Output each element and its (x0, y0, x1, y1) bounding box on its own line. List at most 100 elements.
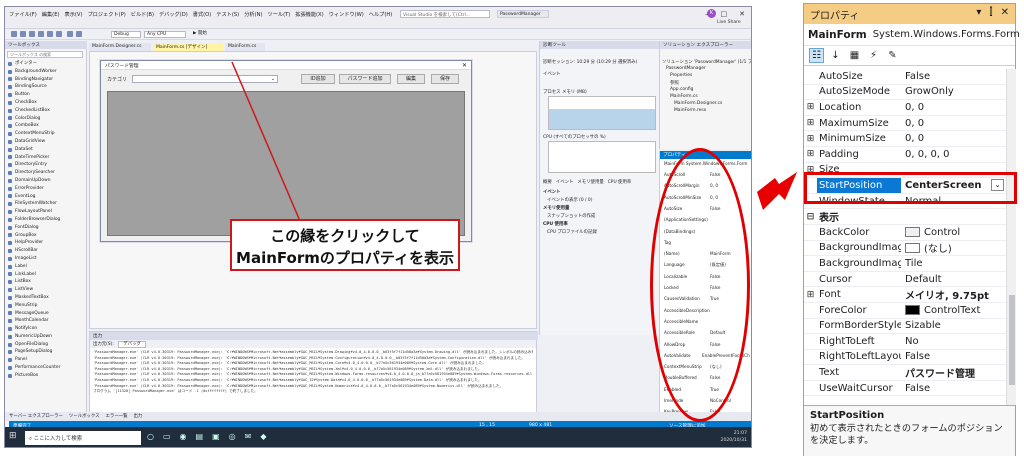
pin-icon[interactable]: ⫿ (989, 7, 992, 18)
property-row-item[interactable]: RightToLeft No (804, 334, 1006, 350)
properties-toolbar: ☷ ↓ ▦ ⚡ ✎ (804, 46, 1015, 66)
property-description: StartPosition 初めて表示されたときのフォームのポジションを決定しま… (804, 405, 1015, 456)
property-grid: AutoSize False AutoSizeMode GrowOnly ⊞ Locati… (804, 69, 1006, 405)
property-name: BackgroundImageLayout (819, 257, 901, 269)
property-row-item[interactable]: ⊞ MaximumSize 0, 0 (804, 116, 1006, 132)
property-scrollbar[interactable] (1006, 69, 1016, 405)
property-value-cell[interactable]: GrowOnly (901, 86, 1006, 97)
property-value-cell[interactable]: 0, 0, 0, 0 (901, 149, 1006, 160)
leader-line-stroke (231, 61, 301, 222)
property-row-item[interactable]: BackgroundImageLayout Tile (804, 256, 1006, 272)
property-row-item[interactable]: RightToLeftLayout False (804, 350, 1006, 366)
property-value: 0, 0 (905, 101, 925, 113)
property-row-item[interactable]: BackgroundImage (なし) (804, 241, 1006, 257)
property-row-item[interactable]: ⊞ Location 0, 0 (804, 100, 1006, 116)
property-value: Default (905, 273, 942, 285)
property-name: BackgroundImage (819, 242, 901, 254)
property-value-cell[interactable]: Sizable (901, 320, 1006, 331)
property-value-cell[interactable]: False (901, 383, 1006, 394)
object-name: MainForm (808, 28, 867, 41)
property-value: Control (924, 226, 961, 238)
property-value-cell[interactable]: ControlText (901, 305, 1006, 316)
property-row-category[interactable]: ⊟ 表示 (804, 209, 1006, 225)
property-name: AutoSizeMode (819, 86, 890, 98)
properties-panel-zoom: プロパティ ▾ ⫿ ✕ MainForm System.Windows.Form… (803, 3, 1020, 456)
expand-icon[interactable]: ⊞ (804, 118, 817, 128)
property-row-item[interactable]: Cursor Default (804, 272, 1006, 288)
property-row-item[interactable]: ⊞ Font メイリオ, 9.75pt (804, 287, 1006, 303)
expand-icon[interactable]: ⊞ (804, 149, 817, 159)
expand-icon[interactable]: ⊟ (804, 212, 817, 222)
property-value: No (905, 335, 919, 347)
property-row-item[interactable]: ForeColor ControlText (804, 303, 1006, 319)
callout-line1: この縁をクリックして (270, 227, 420, 245)
property-value-cell[interactable]: Control (901, 227, 1006, 238)
property-name: Font (819, 289, 841, 301)
property-value: False (905, 70, 931, 82)
property-value-cell[interactable]: False (901, 351, 1006, 362)
object-selector[interactable]: MainForm System.Windows.Forms.Form (804, 24, 1020, 46)
property-row-item[interactable]: ⊞ Padding 0, 0, 0, 0 (804, 147, 1006, 163)
property-row-item[interactable]: Text パスワード管理 (804, 365, 1006, 381)
property-value-cell[interactable]: メイリオ, 9.75pt (901, 287, 1006, 302)
property-name: 表示 (819, 213, 839, 225)
property-value-cell[interactable]: 0, 0 (901, 102, 1006, 113)
red-arrow-icon (757, 172, 797, 210)
property-value: Tile (905, 257, 923, 269)
property-value: パスワード管理 (905, 369, 975, 381)
property-value: ControlText (924, 304, 981, 316)
alphabetical-icon[interactable]: ↓ (828, 48, 843, 63)
highlight-startposition-box (804, 172, 1017, 204)
property-value: GrowOnly (905, 86, 954, 98)
settings-icon[interactable]: ✎ (885, 48, 900, 63)
property-name: AutoSize (819, 70, 863, 82)
property-value: False (905, 351, 931, 363)
property-value: メイリオ, 9.75pt (905, 291, 989, 303)
property-value-cell[interactable]: 0, 0 (901, 133, 1006, 144)
object-type: System.Windows.Forms.Form (872, 29, 1020, 40)
expand-icon[interactable]: ⊞ (804, 134, 817, 144)
property-value-cell[interactable]: 0, 0 (901, 118, 1006, 129)
property-name: RightToLeft (819, 335, 875, 347)
property-name: BackColor (819, 226, 870, 238)
description-title: StartPosition (810, 410, 885, 421)
callout-box: この縁をクリックして MainFormのプロパティを表示 (230, 219, 460, 271)
property-name: Location (819, 101, 862, 113)
properties-title-text: プロパティ (810, 11, 860, 22)
property-row-item[interactable]: UseWaitCursor False (804, 381, 1006, 397)
property-value-cell[interactable]: False (901, 71, 1006, 82)
property-row-item[interactable]: BackColor Control (804, 225, 1006, 241)
color-swatch (905, 305, 920, 316)
dropdown-icon[interactable]: ▾ (976, 7, 981, 18)
property-value: (なし) (924, 244, 952, 256)
property-value-cell[interactable]: (なし) (901, 240, 1006, 255)
property-value-cell[interactable]: No (901, 336, 1006, 347)
expand-icon[interactable]: ⊞ (804, 290, 817, 300)
property-value-cell[interactable]: Default (901, 274, 1006, 285)
property-name: UseWaitCursor (819, 382, 893, 394)
color-swatch (905, 227, 920, 238)
categorized-icon[interactable]: ☷ (809, 48, 824, 63)
property-name: FormBorderStyle (819, 320, 901, 332)
property-value-cell[interactable]: パスワード管理 (901, 365, 1006, 380)
property-row-item[interactable]: ⊞ MinimumSize 0, 0 (804, 131, 1006, 147)
property-name: RightToLeftLayout (819, 351, 901, 363)
property-name: Text (819, 367, 840, 379)
expand-icon[interactable]: ⊞ (804, 102, 817, 112)
property-name: Cursor (819, 273, 852, 285)
property-name: ForeColor (819, 304, 867, 316)
stage: ファイル(F) 編集(E) 表示(V) プロジェクト(P) ビルド(B) デバッグ(D) 書… (0, 0, 1024, 471)
property-row-item[interactable]: AutoSizeMode GrowOnly (804, 85, 1006, 101)
property-row-item[interactable]: FormBorderStyle Sizable (804, 319, 1006, 335)
property-pages-icon[interactable]: ▦ (847, 48, 862, 63)
property-name: MaximumSize (819, 117, 889, 129)
close-icon[interactable]: ✕ (1001, 7, 1009, 18)
property-row-item[interactable]: AutoSize False (804, 69, 1006, 85)
events-icon[interactable]: ⚡ (866, 48, 881, 63)
property-value: 0, 0, 0, 0 (905, 148, 950, 160)
color-swatch (905, 242, 920, 253)
scroll-thumb[interactable] (1009, 295, 1015, 385)
property-name: MinimumSize (819, 133, 886, 145)
property-value: 0, 0 (905, 117, 925, 129)
property-value-cell[interactable]: Tile (901, 258, 1006, 269)
